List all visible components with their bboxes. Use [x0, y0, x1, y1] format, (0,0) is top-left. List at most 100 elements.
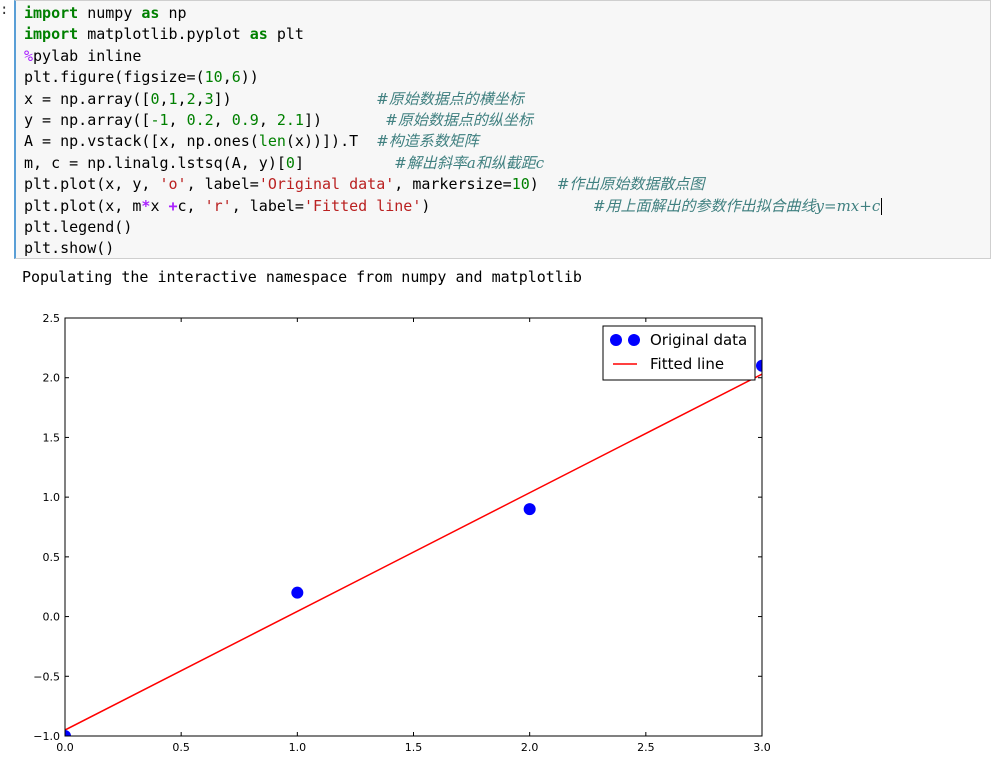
code-token: x = np.array([ [24, 89, 151, 108]
code-line: plt.plot(x, m*x +c, 'r', label='Fitted l… [24, 196, 883, 217]
code-token: import [24, 4, 79, 22]
code-token: x [150, 196, 169, 215]
y-tick-label: 2.0 [43, 372, 61, 385]
code-token: len [258, 132, 286, 151]
code-token: #原始数据点的横坐标 [376, 89, 524, 108]
y-tick-label: 0.5 [43, 551, 61, 564]
code-token: 'Original data' [258, 175, 395, 194]
y-tick-label: −1.0 [33, 730, 60, 743]
x-tick-label: 1.5 [405, 741, 423, 754]
code-token: (x))]).T [285, 132, 377, 151]
code-token: % [24, 46, 34, 65]
code-token: 1 [168, 89, 178, 108]
code-token: #原始数据点的纵坐标 [385, 110, 533, 129]
cell-prompt: : [0, 2, 9, 18]
code-token: import [24, 25, 79, 44]
legend-label-fitted: Fitted line [650, 355, 724, 373]
code-line: plt.figure(figsize=(10,6)) [24, 67, 882, 88]
code-token: m, c = np.linalg.lstsq(A, y)[ [24, 153, 286, 172]
code-token: 0.9 [231, 110, 259, 129]
code-token: pylab inline [33, 46, 142, 65]
code-token: 3 [204, 89, 214, 108]
code-token: 'r' [204, 196, 232, 215]
code-token: 2 [186, 89, 196, 108]
code-token: ]) [213, 89, 377, 108]
code-token: plt.figure(figsize=( [24, 68, 205, 87]
code-token: #用上面解出的参数作出拟合曲线y=mx+c [592, 196, 881, 215]
x-tick-label: 3.0 [753, 741, 771, 754]
legend-label-original: Original data [650, 331, 747, 349]
code-line: y = np.array([-1, 0.2, 0.9, 2.1]) #原始数据点… [24, 110, 882, 131]
code-token: #构造系数矩阵 [376, 132, 479, 151]
code-token: , [195, 89, 205, 108]
code-token: 2.1 [276, 110, 304, 129]
code-line: import matplotlib.pyplot as plt [24, 24, 882, 45]
code-line: x = np.array([0,1,2,3]) #原始数据点的横坐标 [24, 89, 882, 110]
code-line: import numpy as np [24, 3, 882, 24]
code-cell[interactable]: import numpy as np import matplotlib.pypl… [14, 0, 991, 259]
code-token: 10 [511, 175, 530, 194]
code-token: #作出原始数据散点图 [556, 175, 705, 194]
text-cursor [881, 197, 883, 215]
code-token: 0.2 [186, 110, 214, 129]
code-token: c, [177, 196, 205, 215]
code-token: + [168, 196, 178, 215]
code-line: m, c = np.linalg.lstsq(A, y)[0] #解出斜率a和纵… [24, 153, 882, 174]
legend-marker-1 [610, 334, 622, 346]
y-tick-label: 2.5 [43, 312, 61, 325]
code-token: #解出斜率a和纵截距c [394, 153, 545, 172]
code-token: , [258, 110, 277, 129]
y-tick-label: −0.5 [33, 670, 60, 683]
code-line: %pylab inline [24, 46, 882, 67]
y-tick-label: 1.5 [43, 431, 61, 444]
x-tick-label: 0.5 [172, 741, 190, 754]
x-tick-label: 2.0 [521, 741, 539, 754]
code-line: A = np.vstack([x, np.ones(len(x))]).T #构… [24, 131, 882, 152]
data-point [291, 586, 304, 599]
code-token: A = np.vstack([x, np.ones( [24, 132, 259, 151]
legend-marker-2 [628, 334, 640, 346]
code-line: plt.legend() [24, 217, 882, 238]
x-tick-label: 1.0 [289, 741, 307, 754]
code-token: , markersize= [394, 175, 512, 194]
code-token: ) [529, 175, 557, 194]
code-token: 10 [204, 68, 223, 87]
code-token: as [249, 25, 268, 44]
code-token: plt.plot(x, y, [24, 175, 160, 194]
code-token: , [177, 89, 187, 108]
code-token: , [213, 110, 232, 129]
code-token: numpy [78, 4, 142, 22]
code-token: , label= [186, 175, 259, 194]
code-line: plt.plot(x, y, 'o', label='Original data… [24, 174, 882, 195]
code-token: ) [421, 196, 593, 215]
code-token: matplotlib.pyplot [78, 25, 250, 44]
code-token: 6 [231, 68, 241, 87]
code-token: plt [267, 25, 304, 44]
code-token: 0 [285, 153, 295, 172]
code-token: plt.legend() [24, 217, 133, 236]
y-tick-label: 1.0 [43, 491, 61, 504]
code-token: np [159, 4, 187, 22]
plot-figure: 0.0 0.5 1.0 1.5 2.0 2.5 3.0−1.0−0.50.00.51.01.… [33, 312, 771, 754]
plot-area [65, 318, 762, 736]
code-token: , [159, 89, 169, 108]
code-token: y = np.array([ [24, 110, 151, 129]
code-token: , [222, 68, 232, 87]
code-editor[interactable]: import numpy as np import matplotlib.pypl… [24, 3, 883, 260]
code-token: ]) [303, 110, 386, 129]
output-text: Populating the interactive namespace fro… [22, 268, 582, 286]
code-token: 'o' [159, 175, 187, 194]
code-token: as [141, 4, 160, 22]
y-tick-label: 0.0 [43, 611, 61, 624]
x-tick-label: 2.5 [637, 741, 655, 754]
data-point [523, 503, 536, 516]
code-token: 'Fitted line' [303, 196, 422, 215]
code-token: -1 [150, 110, 169, 129]
code-token: plt.plot(x, m [24, 196, 142, 215]
code-token: ] [294, 153, 395, 172]
code-token: plt.show() [24, 239, 115, 258]
code-token: , label= [231, 196, 304, 215]
code-line: plt.show() [24, 238, 882, 259]
code-token: , [168, 110, 187, 129]
code-token: )) [240, 68, 259, 87]
